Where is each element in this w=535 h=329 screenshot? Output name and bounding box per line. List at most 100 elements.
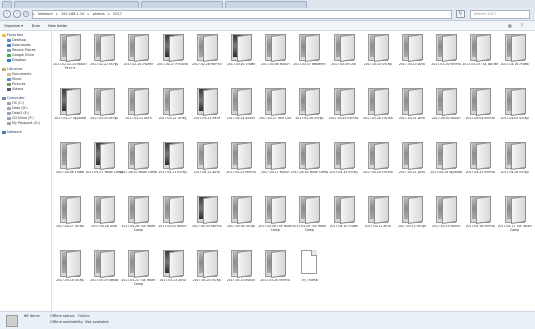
item-label: 2017.04.05 ประชุม — [500, 117, 529, 120]
folder-icon — [162, 249, 184, 278]
folder-icon — [367, 195, 389, 224]
folder-icon — [93, 87, 116, 116]
folder-icon — [504, 33, 526, 62]
nav-item-label: Desktop — [12, 38, 26, 42]
folder-icon — [230, 33, 252, 62]
offline-availability-label: Offline availability: — [50, 320, 84, 324]
folder-icon — [127, 249, 150, 278]
help-icon[interactable]: ? — [521, 23, 523, 29]
offline-availability-value: Not available — [85, 320, 109, 324]
cd-drive-icon — [7, 116, 11, 120]
nav-item-drive-g[interactable]: My Passport (G:) — [7, 121, 40, 126]
search-input[interactable]: Search 2017 — [470, 10, 530, 19]
back-button[interactable]: ‹ — [3, 10, 11, 18]
folder-item[interactable]: 2017.04.05 ประชุม — [494, 87, 535, 133]
nav-item-label: Data2 (E:) — [12, 111, 30, 115]
breadcrumb-network[interactable]: Network — [36, 11, 55, 18]
details-pane: 66 items Offline status: Online Offline … — [0, 311, 535, 329]
nav-item-label: Pictures — [12, 82, 26, 86]
dropbox-icon — [7, 58, 11, 62]
folder-icon — [6, 315, 18, 327]
address-row: ‹ › ▾ ▸ Network ▸ 192.168.1.10 ▸ photos … — [0, 8, 535, 21]
offline-status-label: Offline status: — [50, 314, 76, 318]
tab-2[interactable] — [14, 1, 139, 8]
recent-places-icon — [7, 48, 11, 52]
folder-icon — [401, 195, 423, 224]
file-icon — [301, 250, 318, 274]
folder-icon — [230, 195, 252, 224]
forward-button[interactable]: › — [13, 10, 21, 18]
folder-icon — [469, 33, 492, 62]
folder-icon — [264, 195, 287, 224]
folder-icon — [196, 87, 218, 116]
command-bar: Organize ▾ Burn New folder ▦ ? — [0, 21, 535, 31]
drive-icon — [7, 106, 11, 110]
videos-icon — [7, 87, 11, 91]
folder-item[interactable]: 2017.05.17 TSE Youth Camp — [494, 195, 535, 241]
file-list: 2017.02.12-14 สัมมนาวิชาการ 2017.02.22 ปร… — [53, 31, 535, 311]
downloads-icon — [7, 43, 11, 47]
folder-icon — [333, 33, 355, 62]
folder-icon — [298, 87, 321, 116]
drive-icon — [7, 101, 11, 105]
folder-icon — [93, 33, 116, 62]
pictures-icon — [7, 82, 11, 86]
music-icon — [7, 77, 11, 81]
drive-icon — [7, 111, 11, 115]
nav-computer-label: Computer — [7, 96, 25, 100]
folder-icon — [401, 141, 423, 170]
breadcrumb-separator: ▸ — [55, 12, 58, 16]
folder-icon — [59, 141, 81, 170]
breadcrumb-separator: ▸ — [107, 12, 110, 16]
folder-icon — [93, 195, 116, 224]
nav-favorites-label: Favorites — [7, 33, 24, 37]
view-options-icon[interactable]: ▦ — [508, 23, 512, 29]
folder-icon — [127, 141, 150, 170]
refresh-button[interactable]: ↻ — [456, 10, 465, 18]
folder-icon — [230, 87, 252, 116]
nav-item-label: Music — [12, 77, 22, 81]
folder-icon — [504, 141, 526, 170]
nav-network[interactable]: Network — [2, 130, 22, 135]
desktop-icon — [7, 38, 11, 42]
tab-3[interactable] — [141, 1, 223, 8]
computer-icon: ▸ — [33, 12, 35, 16]
folder-item[interactable]: 2017.04.26 ประชุม — [494, 141, 535, 187]
breadcrumb-photos[interactable]: photos — [91, 11, 107, 18]
folder-icon — [59, 87, 81, 116]
new-folder-button[interactable]: New folder — [48, 23, 67, 29]
folder-icon — [469, 87, 492, 116]
folder-icon — [504, 87, 526, 116]
nav-item-videos[interactable]: Videos — [7, 87, 23, 92]
folder-icon — [196, 249, 218, 278]
nav-item-label: Documents — [12, 72, 32, 76]
folder-icon — [298, 33, 321, 62]
folder-icon — [59, 195, 81, 224]
drive-icon — [7, 121, 11, 125]
tab-1[interactable] — [2, 1, 12, 8]
folder-icon — [435, 141, 458, 170]
libraries-icon — [2, 67, 6, 71]
folder-icon — [298, 141, 321, 170]
folder-icon — [435, 195, 458, 224]
breadcrumb-2017[interactable]: 2017 — [111, 11, 124, 18]
folder-icon — [401, 87, 423, 116]
folder-icon — [162, 141, 184, 170]
recent-pages-button[interactable]: ▾ — [23, 11, 29, 17]
nav-item-label: OS (C:) — [12, 101, 25, 105]
nav-item-dropbox[interactable]: Dropbox — [7, 58, 26, 63]
organize-button[interactable]: Organize ▾ — [4, 23, 23, 29]
folder-icon — [333, 87, 355, 116]
folder-icon — [367, 33, 389, 62]
folder-item[interactable]: TH_Thumb — [288, 249, 330, 295]
burn-button[interactable]: Burn — [32, 23, 40, 29]
nav-libraries-label: Libraries — [7, 67, 23, 71]
folder-item[interactable]: 2017.03.16 งานพิธี — [494, 33, 535, 79]
address-bar[interactable]: ▸ Network ▸ 192.168.1.10 ▸ photos ▸ 2017 — [32, 10, 452, 19]
folder-icon — [264, 249, 287, 278]
breadcrumb-host[interactable]: 192.168.1.10 — [59, 11, 86, 18]
tab-4[interactable] — [225, 1, 307, 8]
nav-item-label: CD Drive (F:) — [12, 116, 34, 120]
nav-network-label: Network — [7, 130, 23, 134]
nav-item-label: Dropbox — [12, 58, 27, 62]
